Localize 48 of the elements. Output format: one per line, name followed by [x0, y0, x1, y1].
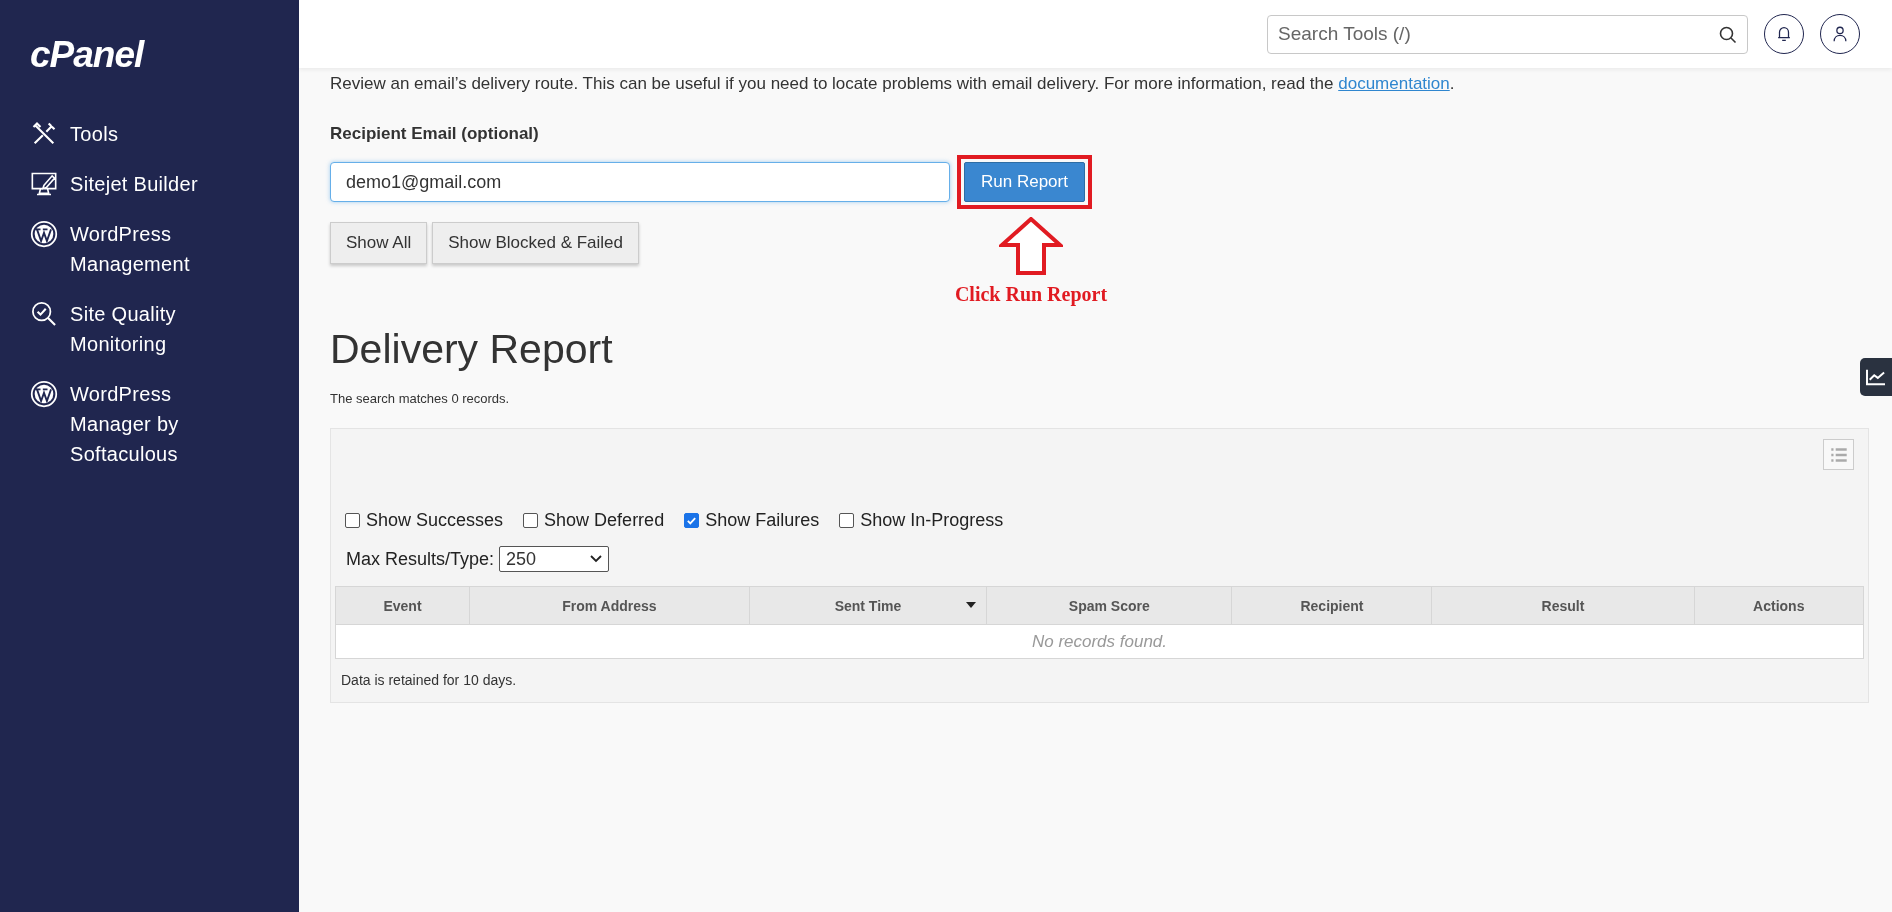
- sidebar-item[interactable]: Sitejet Builder: [30, 169, 230, 199]
- empty-message: No records found.: [335, 624, 1864, 659]
- sidebar-item[interactable]: WordPress Management: [30, 219, 230, 279]
- annotation-text: Click Run Report: [954, 283, 1108, 306]
- column-header[interactable]: Spam Score: [986, 586, 1232, 625]
- status-checkbox[interactable]: Show Deferred: [523, 510, 665, 531]
- column-header[interactable]: Result: [1431, 586, 1694, 625]
- documentation-link[interactable]: documentation: [1338, 74, 1450, 93]
- notifications-button[interactable]: [1764, 14, 1804, 54]
- filter-button[interactable]: Show All: [330, 222, 428, 264]
- magnifier-check-icon: [30, 300, 58, 328]
- chevron-down-icon: [590, 555, 603, 563]
- stats-tab[interactable]: [1860, 358, 1892, 396]
- user-icon: [1831, 25, 1849, 43]
- monitor-pencil-icon: [30, 170, 58, 198]
- column-header[interactable]: Event: [335, 586, 470, 625]
- page-title: Delivery Report: [330, 326, 614, 373]
- status-checkbox[interactable]: Show In-Progress: [839, 510, 1004, 531]
- column-header[interactable]: From Address: [469, 586, 750, 625]
- column-header[interactable]: Sent Time: [749, 586, 987, 625]
- checkmark-icon: [686, 515, 698, 526]
- description-text: Review an email’s delivery route. This can be useful if you need to locate problems with email delivery. For more information, read the documentation.: [330, 73, 1456, 95]
- summary-text: The search matches 0 records.: [330, 391, 511, 406]
- sidebar-item[interactable]: Site Quality Monitoring: [30, 299, 230, 359]
- status-checkbox[interactable]: Show Successes: [345, 510, 504, 531]
- field-label: Recipient Email (optional): [330, 124, 540, 144]
- max-results-label: Max Results/Type:: [346, 548, 495, 570]
- sidebar-item[interactable]: Tools: [30, 119, 230, 149]
- wordpress-icon: [30, 220, 58, 248]
- max-results-select[interactable]: 250: [499, 546, 610, 572]
- status-checkbox[interactable]: Show Failures: [684, 510, 820, 531]
- chart-icon: [1865, 368, 1887, 386]
- column-toggle-button[interactable]: [1823, 439, 1854, 470]
- user-button[interactable]: [1820, 14, 1860, 54]
- bell-icon: [1775, 25, 1793, 43]
- filter-button[interactable]: Show Blocked & Failed: [432, 222, 640, 264]
- recipient-email-field[interactable]: demo1@gmail.com: [330, 162, 950, 202]
- search-field[interactable]: Search Tools (/): [1267, 14, 1748, 54]
- up-arrow: [999, 217, 1063, 275]
- sidebar-item[interactable]: WordPress Manager by Softaculous: [30, 379, 230, 469]
- wordpress-icon: [30, 380, 58, 408]
- sort-caret-icon: [966, 602, 977, 608]
- column-header[interactable]: Actions: [1694, 586, 1864, 625]
- logo[interactable]: cPanel: [30, 36, 144, 73]
- run-report-button[interactable]: Run Report: [964, 162, 1085, 202]
- search-icon: [1718, 24, 1738, 45]
- column-header[interactable]: Recipient: [1231, 586, 1432, 625]
- retention-note: Data is retained for 10 days.: [341, 672, 518, 688]
